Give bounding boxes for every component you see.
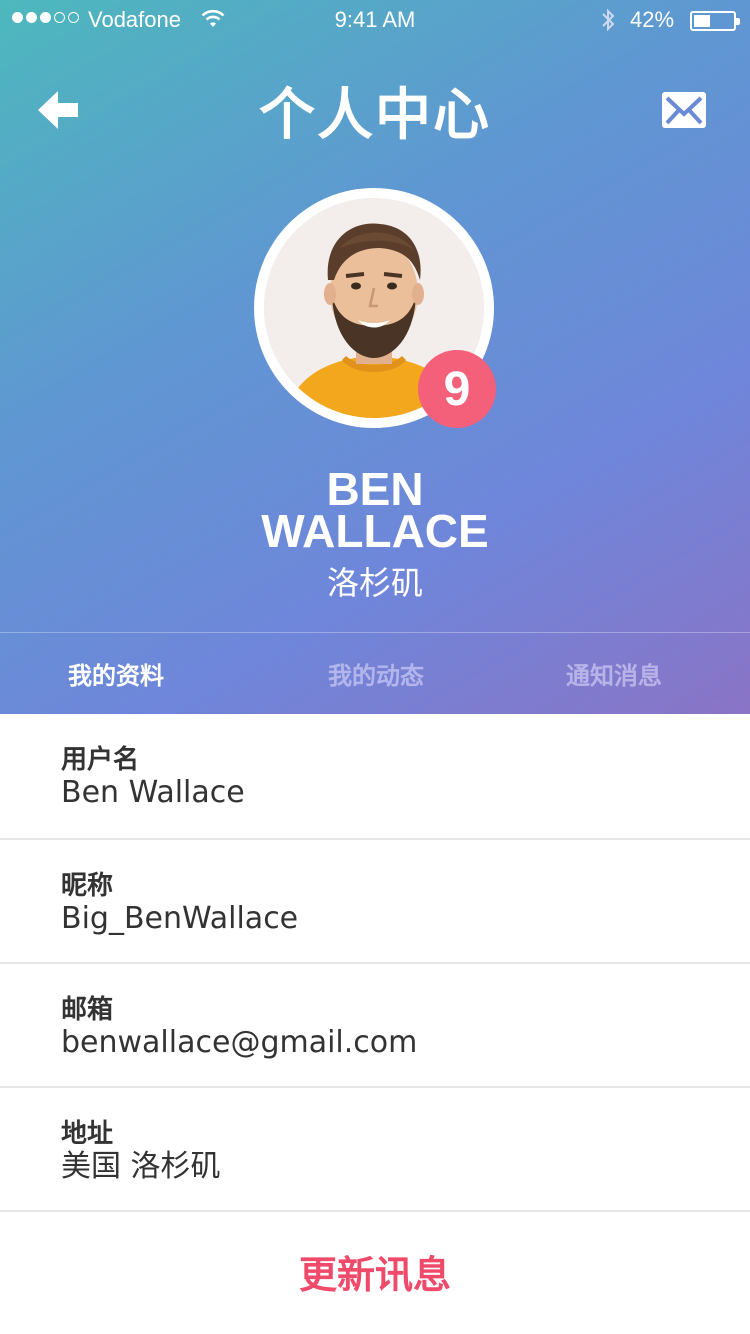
nickname-label: 昵称 [61,871,114,901]
email-label: 邮箱 [61,995,114,1025]
profile-header: Vodafone 9:41 AM 42% 个人中心 9 BEN WALLACE … [0,0,750,714]
notification-badge: 9 [418,350,496,428]
mail-button[interactable] [660,90,708,130]
info-row-address[interactable]: 地址 美国 洛杉矶 [0,1088,750,1212]
nickname-value: Big_BenWallace [61,901,299,936]
battery-percentage: 42% [630,7,675,32]
mail-icon [662,92,706,128]
status-bar: Vodafone 9:41 AM 42% [0,0,750,40]
address-label: 地址 [61,1119,114,1149]
username-label: 用户名 [61,745,140,775]
tabs-divider [0,632,750,633]
page-title: 个人中心 [259,83,491,148]
info-row-nickname[interactable]: 昵称 Big_BenWallace [0,840,750,964]
info-row-username[interactable]: 用户名 Ben Wallace [0,714,750,840]
email-value: benwallace@gmail.com [61,1025,418,1060]
info-row-email[interactable]: 邮箱 benwallace@gmail.com [0,964,750,1088]
profile-info-list: 用户名 Ben Wallace 昵称 Big_BenWallace 邮箱 ben… [0,714,750,1212]
battery-icon [690,11,740,31]
username-value: Ben Wallace [61,775,245,810]
user-last-name: WALLACE [261,505,489,557]
tab-my-profile[interactable]: 我的资料 [16,656,216,691]
update-info-button[interactable]: 更新讯息 [0,1212,750,1334]
user-first-name: BEN [326,463,424,515]
address-value: 美国 洛杉矶 [61,1149,221,1184]
bluetooth-icon [600,8,616,38]
tab-my-activity[interactable]: 我的动态 [276,656,476,691]
user-city: 洛杉矶 [326,564,423,602]
user-full-name: BEN WALLACE [0,463,750,557]
tab-notifications[interactable]: 通知消息 [514,656,714,691]
